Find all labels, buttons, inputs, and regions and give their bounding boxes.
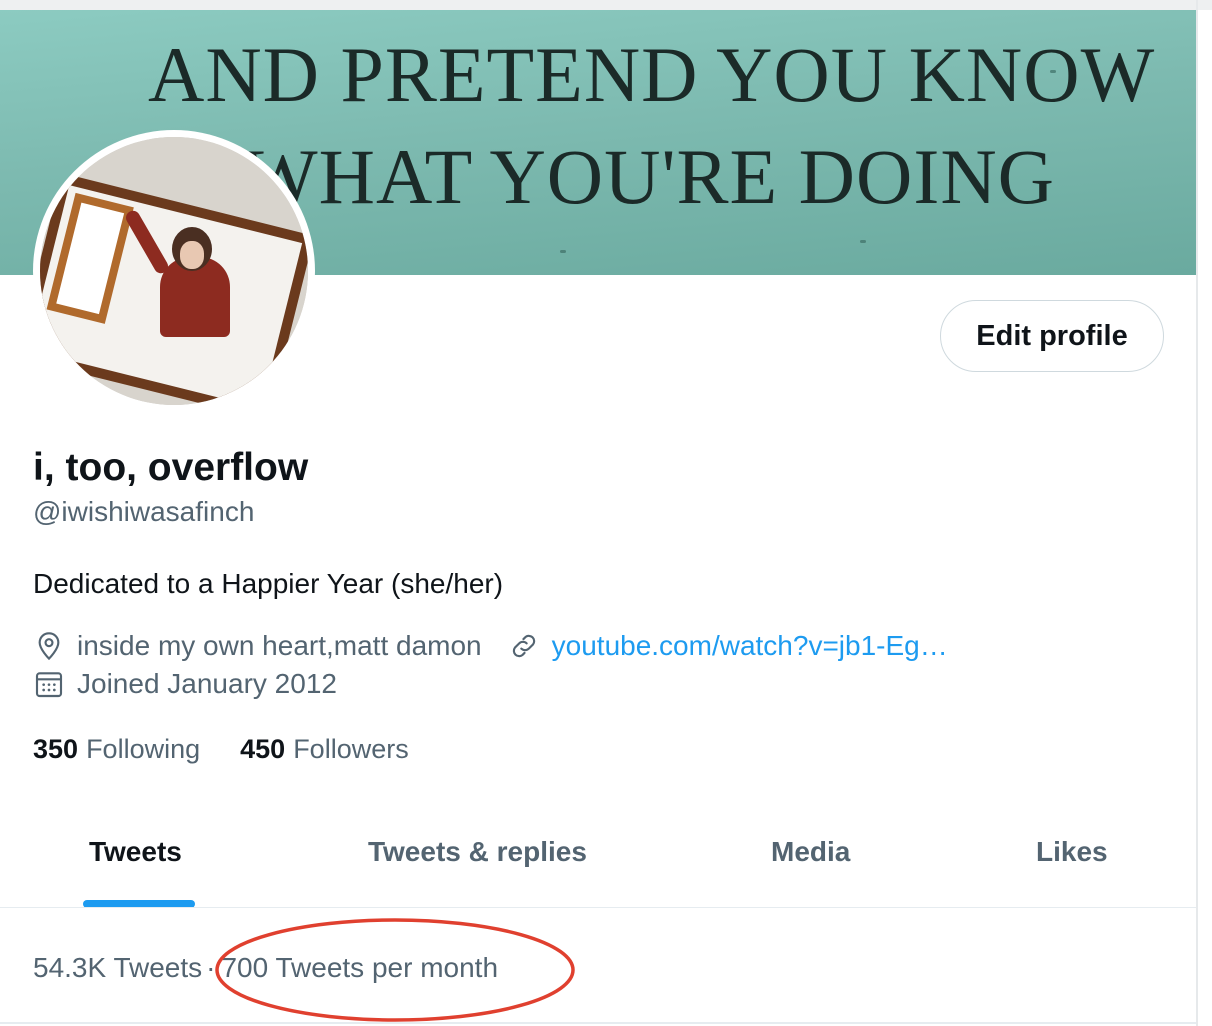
joined-row: Joined January 2012: [33, 668, 363, 700]
tweets-per-month: 700 Tweets per month: [221, 952, 499, 983]
following-count: 350: [33, 734, 79, 764]
follow-stats: 350 Following 450 Followers: [33, 734, 449, 765]
link-icon: [512, 634, 535, 658]
avatar-photo: [40, 137, 308, 405]
banner-text-line-2: WHAT YOU'RE DOING: [244, 133, 1055, 220]
following-label: Following: [86, 734, 201, 764]
display-name: i, too, overflow: [33, 446, 309, 489]
tab-likes[interactable]: Likes: [1036, 836, 1108, 868]
followers-link[interactable]: 450 Followers: [240, 734, 409, 765]
map-pin-icon: [38, 632, 60, 661]
followers-label: Followers: [293, 734, 409, 764]
followers-count: 450: [240, 734, 286, 764]
tabs-divider: [0, 907, 1196, 908]
location-text: inside my own heart,matt damon: [77, 630, 482, 661]
profile-tabs: Tweets Tweets & replies Media Likes: [0, 810, 1196, 908]
joined-item: Joined January 2012: [33, 668, 337, 700]
stats-separator: ·: [206, 952, 216, 983]
edit-profile-button[interactable]: Edit profile: [940, 300, 1164, 372]
tab-media[interactable]: Media: [771, 836, 850, 868]
banner-text-line-1: AND PRETEND YOU KNOW: [148, 31, 1156, 118]
tweet-stats: 54.3K Tweets · 700 Tweets per month: [33, 952, 498, 984]
tab-tweets[interactable]: Tweets: [89, 836, 182, 868]
tweet-count: 54.3K Tweets: [33, 952, 203, 983]
profile-bio: Dedicated to a Happier Year (she/her): [33, 568, 504, 599]
profile-page: AND PRETEND YOU KNOW WHAT YOU'RE DOING E…: [0, 0, 1212, 1026]
calendar-icon: [35, 672, 63, 698]
bottom-divider: [0, 1022, 1196, 1024]
joined-text: Joined January 2012: [77, 668, 337, 699]
following-link[interactable]: 350 Following: [33, 734, 200, 765]
profile-meta-row: inside my own heart,matt damon youtube.c…: [33, 630, 974, 662]
top-strip: [0, 0, 1212, 10]
website-item[interactable]: youtube.com/watch?v=jb1-Eg…: [508, 630, 948, 662]
avatar[interactable]: [33, 130, 315, 412]
website-link[interactable]: youtube.com/watch?v=jb1-Eg…: [552, 630, 948, 662]
user-handle: @iwishiwasafinch: [33, 496, 255, 527]
tab-tweets-and-replies[interactable]: Tweets & replies: [368, 836, 587, 868]
column-divider: [1196, 0, 1198, 1026]
location-item: inside my own heart,matt damon: [33, 630, 482, 662]
